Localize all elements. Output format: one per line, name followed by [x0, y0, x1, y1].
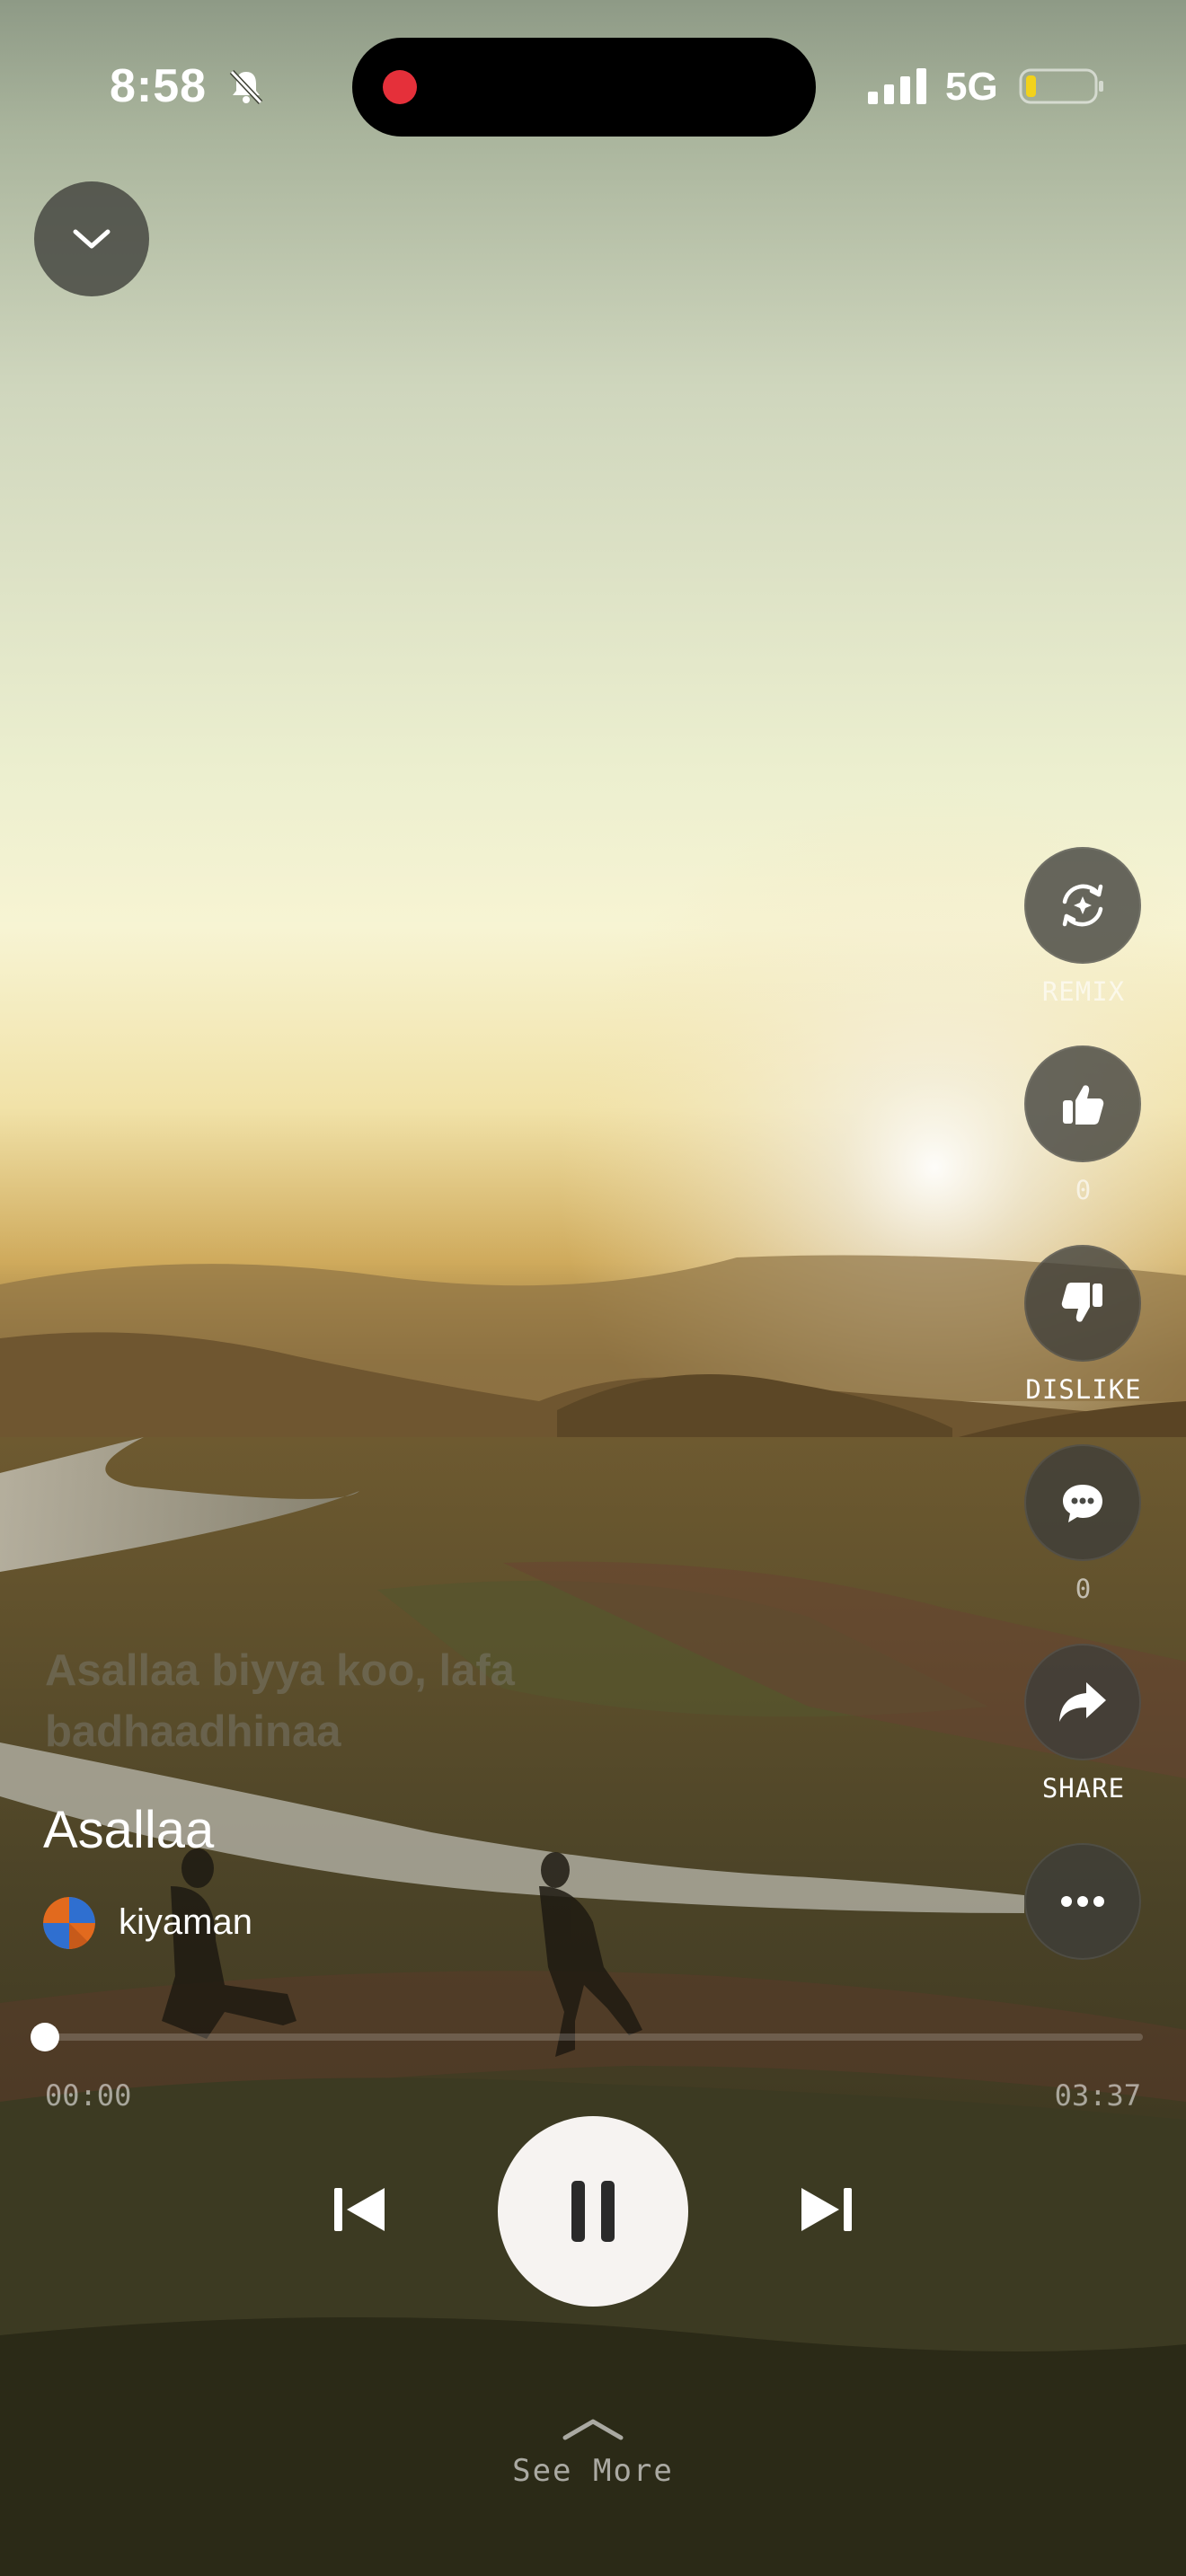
previous-track-button[interactable] — [323, 2174, 395, 2245]
share-action[interactable]: SHARE — [1024, 1644, 1143, 1804]
status-time: 8:58 — [110, 60, 208, 112]
comment-icon — [1063, 1485, 1102, 1522]
like-count: 0 — [1075, 1175, 1093, 1205]
skip-previous-icon — [334, 2188, 385, 2231]
dislike-action[interactable]: DISLIKE — [1024, 1245, 1143, 1405]
progress-bar[interactable] — [45, 2033, 1143, 2041]
recording-dot-icon — [383, 70, 417, 104]
see-more-button[interactable]: See More — [0, 2416, 1186, 2489]
more-dots-icon — [1061, 1896, 1104, 1907]
signal-bars-icon — [868, 68, 926, 104]
thumbs-down-icon — [1061, 1283, 1102, 1322]
remix-label: REMIX — [1041, 976, 1126, 1007]
skip-next-icon — [801, 2188, 852, 2231]
more-options-button[interactable] — [1024, 1843, 1141, 1960]
lyrics-line: Asallaa biyya koo, lafa badhaadhinaa — [45, 1646, 515, 1756]
remix-action[interactable]: REMIX — [1024, 847, 1143, 1007]
artist-name[interactable]: kiyaman — [119, 1902, 252, 1943]
share-label: SHARE — [1041, 1773, 1126, 1804]
dislike-button[interactable] — [1024, 1245, 1141, 1362]
share-arrow-icon — [1059, 1682, 1106, 1722]
more-action[interactable] — [1024, 1843, 1143, 1960]
network-type: 5G — [945, 65, 998, 109]
share-button[interactable] — [1024, 1644, 1141, 1760]
see-more-label: See More — [512, 2453, 674, 2489]
like-button[interactable] — [1024, 1045, 1141, 1162]
battery-low-icon — [1019, 68, 1103, 104]
comment-count: 0 — [1075, 1574, 1093, 1604]
remix-sparkle-icon — [1062, 884, 1103, 927]
progress-thumb[interactable] — [31, 2023, 59, 2051]
total-duration: 03:37 — [1054, 2078, 1141, 2113]
next-track-button[interactable] — [791, 2174, 863, 2245]
pause-button[interactable] — [498, 2116, 688, 2307]
remix-button[interactable] — [1024, 847, 1141, 964]
thumbs-up-icon — [1063, 1085, 1104, 1125]
chevron-down-icon — [73, 229, 111, 249]
pause-icon — [571, 2181, 615, 2242]
collapse-player-button[interactable] — [34, 181, 149, 296]
avatar[interactable] — [43, 1897, 95, 1949]
elapsed-time: 00:00 — [45, 2078, 132, 2113]
bell-slash-icon — [229, 69, 263, 105]
dynamic-island — [352, 38, 816, 137]
song-title[interactable]: Asallaa — [43, 1800, 214, 1860]
comment-button[interactable] — [1024, 1444, 1141, 1561]
like-action[interactable]: 0 — [1024, 1045, 1143, 1205]
comment-action[interactable]: 0 — [1024, 1444, 1143, 1604]
chevron-up-icon — [562, 2419, 624, 2440]
dislike-label: DISLIKE — [1025, 1374, 1142, 1405]
